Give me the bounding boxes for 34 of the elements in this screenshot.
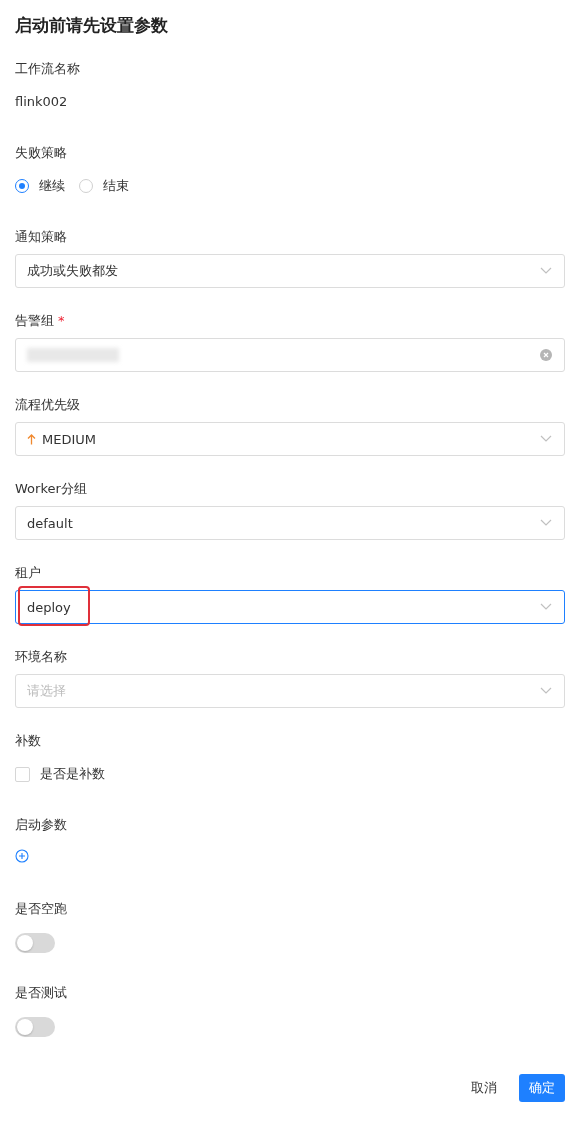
chevron-down-icon xyxy=(540,435,552,443)
field-label: 租户 xyxy=(15,564,41,582)
field-label: 是否测试 xyxy=(15,984,67,1002)
select-field[interactable]: default xyxy=(15,506,565,540)
clear-icon[interactable] xyxy=(540,349,552,361)
checkbox[interactable] xyxy=(15,766,30,782)
field-label: 流程优先级 xyxy=(15,396,80,414)
field-label: 工作流名称 xyxy=(15,60,80,78)
field-label: 是否空跑 xyxy=(15,900,67,918)
chevron-down-icon xyxy=(540,519,552,527)
radio-label: 结束 xyxy=(103,177,129,195)
select-field[interactable] xyxy=(15,338,565,372)
field-label: Worker分组 xyxy=(15,480,87,498)
field-label: 通知策略 xyxy=(15,228,67,246)
field-value: flink002 xyxy=(15,93,69,111)
field-label: 失败策略 xyxy=(15,144,67,162)
field-label: 启动参数 xyxy=(15,816,67,834)
add-icon[interactable] xyxy=(15,849,29,863)
chevron-down-icon xyxy=(540,687,552,695)
dialog-title: 启动前请先设置参数 xyxy=(15,14,169,37)
select-field[interactable]: MEDIUM xyxy=(15,422,565,456)
chevron-down-icon xyxy=(540,267,552,275)
radio-label: 继续 xyxy=(39,177,65,195)
toggle-switch[interactable] xyxy=(15,933,55,953)
select-field[interactable]: 成功或失败都发 xyxy=(15,254,565,288)
required-mark: * xyxy=(58,312,65,330)
cancel-button[interactable]: 取消 xyxy=(463,1074,505,1102)
toggle-switch[interactable] xyxy=(15,1017,55,1037)
field-label: 补数 xyxy=(15,732,41,750)
checkbox-label: 是否是补数 xyxy=(40,765,105,783)
confirm-button[interactable]: 确定 xyxy=(519,1074,565,1102)
chevron-down-icon xyxy=(540,603,552,611)
field-label: 告警组 xyxy=(15,312,54,330)
field-label: 环境名称 xyxy=(15,648,67,666)
